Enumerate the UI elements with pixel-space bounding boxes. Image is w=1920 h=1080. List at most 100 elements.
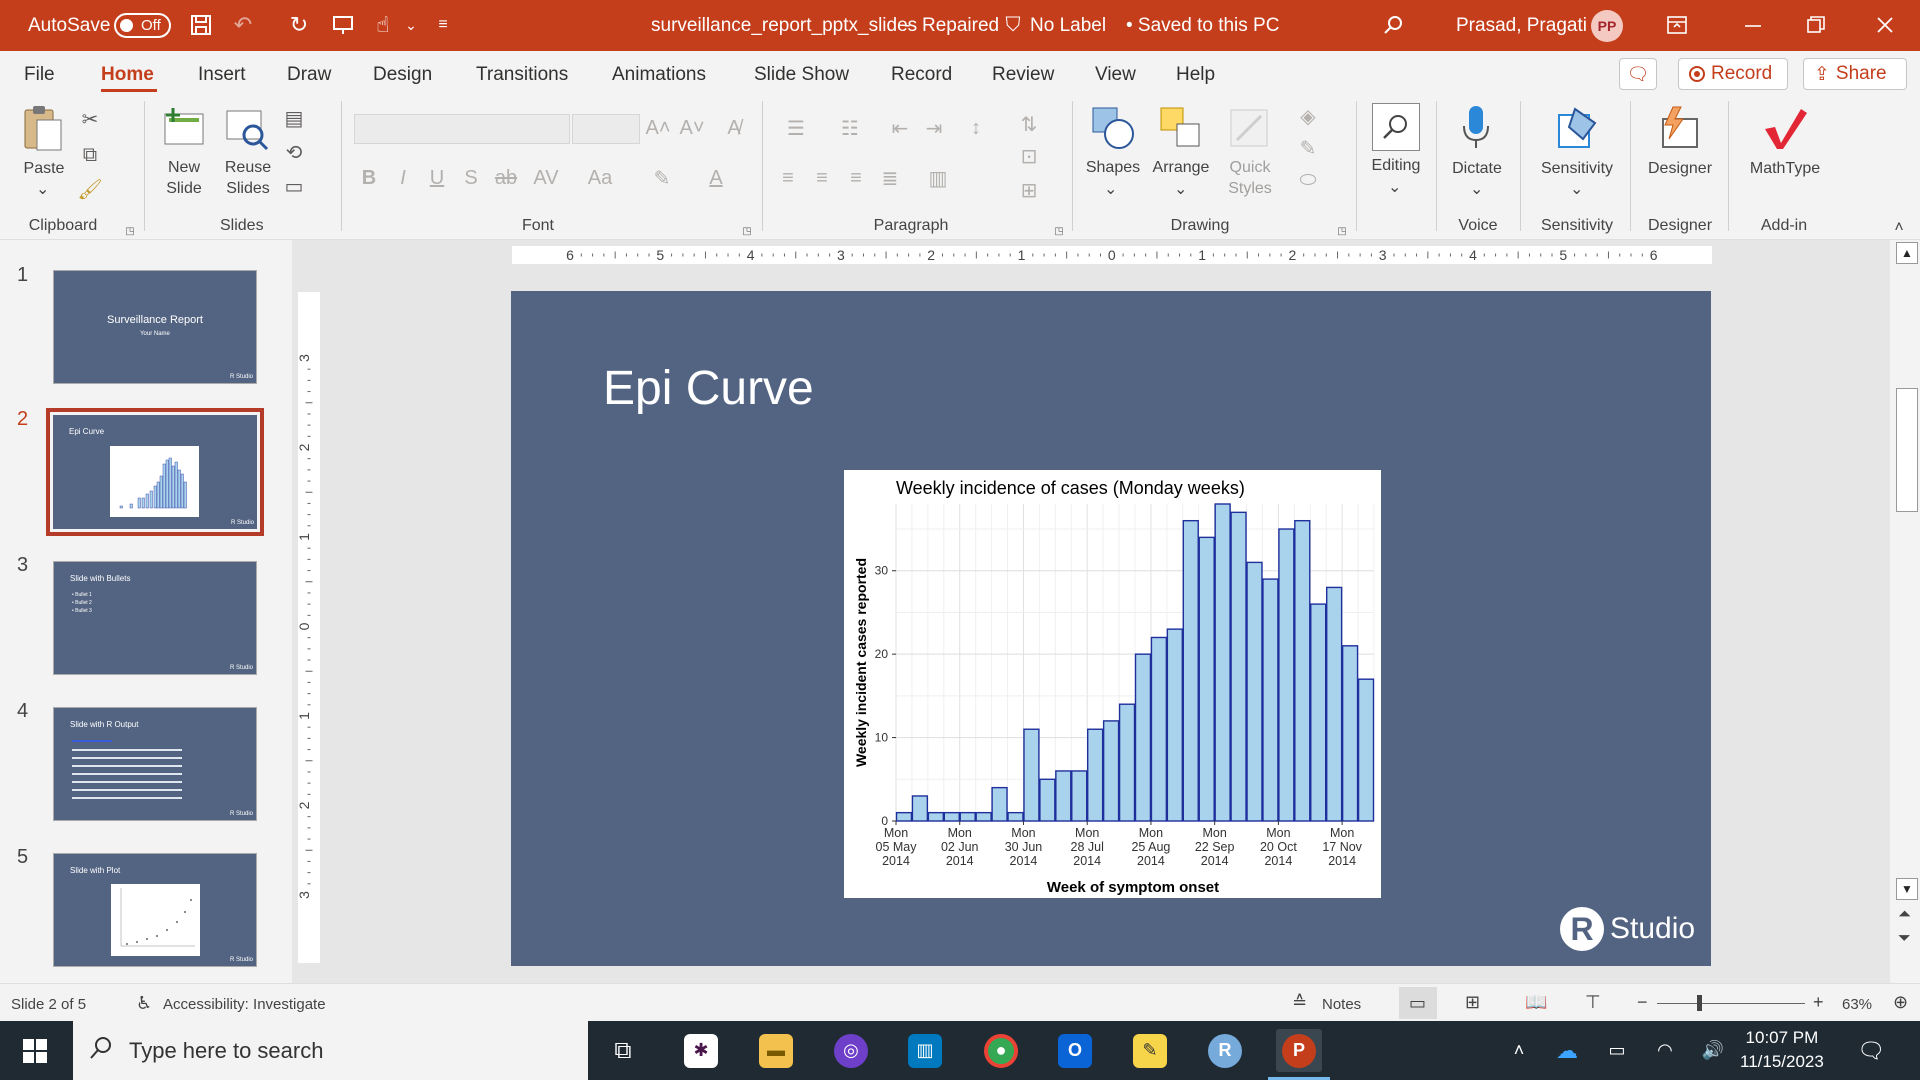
wifi-icon[interactable]: ◠ <box>1642 1029 1688 1072</box>
strikethrough-icon[interactable]: ab <box>494 165 518 191</box>
redo-icon[interactable]: ↻ <box>286 12 312 38</box>
underline-icon[interactable]: U <box>426 165 448 191</box>
normal-view-button[interactable]: ▭ <box>1399 987 1437 1019</box>
zoom-level[interactable]: 63% <box>1842 996 1872 1013</box>
new-slide-label[interactable]: New Slide <box>156 157 212 199</box>
outlook-icon[interactable]: O <box>1052 1029 1098 1072</box>
slide-thumbnail-5[interactable]: Slide with Plot R Studio <box>53 853 257 967</box>
close-icon[interactable] <box>1872 12 1898 38</box>
tab-file[interactable]: File <box>24 64 55 86</box>
slide-sorter-icon[interactable]: ⊞ <box>1465 992 1480 1013</box>
align-center-icon[interactable]: ≡ <box>810 165 834 191</box>
share-button[interactable]: ⇪ Share <box>1803 58 1907 90</box>
tab-slide-show[interactable]: Slide Show <box>754 64 849 86</box>
slide-thumbnail-1[interactable]: Surveillance Report Your Name R Studio <box>53 270 257 384</box>
next-slide-icon[interactable]: ⏷ <box>1898 930 1916 952</box>
chevron-down-icon[interactable]: ⌄ <box>36 179 49 200</box>
chevron-down-icon[interactable]: ⌄ <box>398 12 424 38</box>
scroll-thumb[interactable] <box>1896 388 1918 512</box>
r-app-icon[interactable]: R <box>1202 1029 1248 1072</box>
char-spacing-icon[interactable]: AV <box>526 165 566 191</box>
paste-icon[interactable] <box>20 103 66 155</box>
quick-styles-label[interactable]: Quick Styles <box>1220 157 1280 199</box>
layout-icon[interactable]: ▤ <box>282 107 306 130</box>
github-desktop-icon[interactable]: ◎ <box>828 1029 874 1072</box>
tab-design[interactable]: Design <box>373 64 432 86</box>
windows-start-icon[interactable] <box>12 1029 58 1072</box>
align-right-icon[interactable]: ≡ <box>844 165 868 191</box>
comments-button[interactable]: 🗨 <box>1619 58 1657 90</box>
columns-icon[interactable]: ▥ <box>918 165 958 191</box>
reading-view-icon[interactable]: 📖 <box>1525 992 1547 1013</box>
ribbon-display-icon[interactable] <box>1664 12 1690 38</box>
arrange-icon[interactable] <box>1158 105 1204 151</box>
align-left-icon[interactable]: ≡ <box>776 165 800 191</box>
paste-label[interactable]: Paste <box>22 158 66 179</box>
format-painter-icon[interactable]: 🖌 <box>77 177 102 201</box>
notifications-icon[interactable]: 🗨 <box>1848 1029 1894 1072</box>
epi-curve-chart[interactable]: 0 10 20 30 Mon 05 May 2014 Mon 02 Jun 2014 Mon 30 J… <box>844 470 1381 898</box>
accessibility-status[interactable]: Accessibility: Investigate <box>163 996 326 1013</box>
tab-help[interactable]: Help <box>1176 64 1215 86</box>
new-slide-icon[interactable] <box>162 105 206 151</box>
line-spacing-icon[interactable]: ↕ <box>956 115 996 141</box>
slide-title[interactable]: Epi Curve <box>603 361 814 416</box>
file-explorer-icon[interactable]: ▬ <box>753 1029 799 1072</box>
search-icon[interactable] <box>1380 12 1406 38</box>
shape-outline-icon[interactable]: ✎ <box>1288 135 1328 161</box>
copy-icon[interactable]: ⧉ <box>78 143 102 167</box>
clear-formatting-icon[interactable]: A̸ <box>722 115 746 141</box>
avatar[interactable]: PP <box>1591 10 1623 42</box>
shrink-font-icon[interactable]: A˅ <box>679 115 704 141</box>
dialog-launcher-icon[interactable]: ◳ <box>741 225 753 237</box>
minimize-icon[interactable] <box>1740 12 1766 38</box>
collapse-ribbon-icon[interactable]: ˄ <box>1890 219 1908 237</box>
text-direction-icon[interactable]: ⇅ <box>1012 111 1046 137</box>
increase-indent-icon[interactable]: ⇥ <box>922 115 946 141</box>
shapes-icon[interactable] <box>1090 105 1136 151</box>
scroll-up-icon[interactable]: ▲ <box>1896 242 1918 264</box>
designer-button-label[interactable]: Designer <box>1640 158 1720 179</box>
reuse-slides-label[interactable]: Reuse Slides <box>220 157 276 199</box>
shape-effects-icon[interactable]: ⬭ <box>1288 167 1328 193</box>
zoom-out-icon[interactable]: − <box>1637 992 1648 1013</box>
mathtype-icon[interactable] <box>1760 103 1810 153</box>
slide-thumbnail-4[interactable]: Slide with R Output R Studio <box>53 707 257 821</box>
notes-icon[interactable]: ≙ <box>1292 992 1307 1013</box>
tab-home[interactable]: Home <box>101 64 154 86</box>
numbering-icon[interactable]: ☷ <box>830 115 870 141</box>
change-case-icon[interactable]: Aa <box>580 165 620 191</box>
accessibility-icon[interactable]: ♿ <box>136 993 152 1014</box>
sensitivity-button-label[interactable]: Sensitivity <box>1532 158 1622 179</box>
record-button[interactable]: Record <box>1678 58 1788 90</box>
dictate-label[interactable]: Dictate <box>1446 158 1508 179</box>
font-size-combo[interactable] <box>572 114 640 144</box>
sticky-notes-icon[interactable]: ✎ <box>1127 1029 1173 1072</box>
bold-icon[interactable]: B <box>358 165 380 191</box>
tab-review[interactable]: Review <box>992 64 1054 86</box>
tab-insert[interactable]: Insert <box>198 64 246 86</box>
arrange-label[interactable]: Arrange <box>1148 157 1214 178</box>
zoom-slider[interactable] <box>1657 1003 1805 1004</box>
shapes-label[interactable]: Shapes <box>1082 157 1144 178</box>
designer-icon[interactable] <box>1656 103 1702 153</box>
battery-icon[interactable]: ▭ <box>1594 1029 1640 1072</box>
tab-transitions[interactable]: Transitions <box>476 64 568 86</box>
tab-animations[interactable]: Animations <box>612 64 706 86</box>
reset-icon[interactable]: ⟲ <box>282 141 306 164</box>
slide-canvas[interactable]: Epi Curve 0 10 20 30 Mon 05 May 2014 Mon 02 Jun 2… <box>511 291 1711 966</box>
horizontal-ruler[interactable]: 6 5 4 3 2 1 0 1 2 3 4 5 6 <box>512 246 1712 264</box>
fit-to-window-icon[interactable]: ⊕ <box>1893 992 1908 1013</box>
shape-fill-icon[interactable]: ◈ <box>1288 103 1328 129</box>
tray-chevron-icon[interactable]: ˄ <box>1496 1029 1542 1072</box>
tab-view[interactable]: View <box>1095 64 1136 86</box>
cut-icon[interactable]: ✂ <box>78 107 102 131</box>
chrome-icon[interactable]: ● <box>978 1029 1024 1072</box>
editing-label[interactable]: Editing <box>1364 155 1428 176</box>
task-view-icon[interactable]: ⧉ <box>600 1029 646 1072</box>
dialog-launcher-icon[interactable]: ◳ <box>1336 225 1348 237</box>
align-text-icon[interactable]: ⊡ <box>1012 143 1046 169</box>
reuse-slides-icon[interactable] <box>224 107 270 153</box>
present-icon[interactable] <box>330 12 356 38</box>
taskbar-clock[interactable]: 10:07 PM 11/15/2023 <box>1740 1026 1824 1074</box>
